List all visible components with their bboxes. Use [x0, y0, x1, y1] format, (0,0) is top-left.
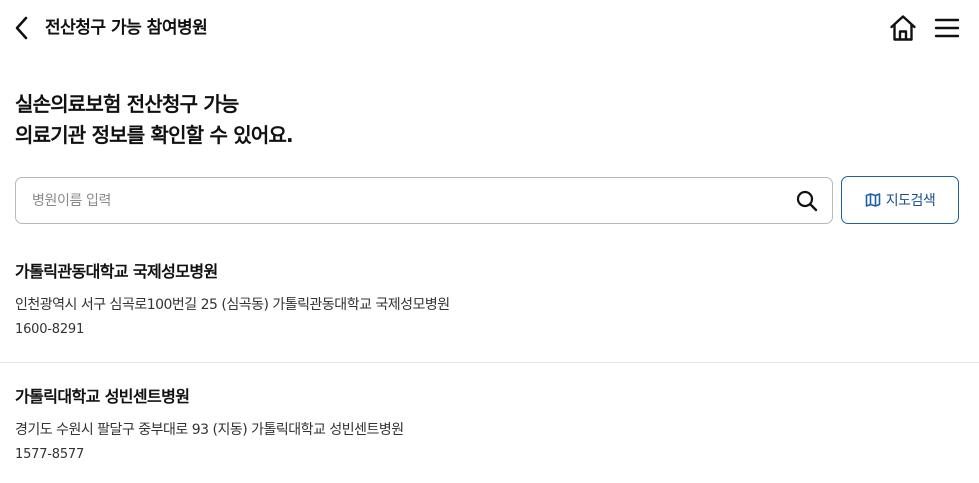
map-search-button[interactable]: 지도검색 — [841, 176, 959, 224]
hospital-name: 가톨릭대학교 성빈센트병원 — [15, 387, 190, 406]
hamburger-menu-icon — [934, 18, 960, 38]
map-icon — [865, 193, 881, 207]
chevron-left-icon — [15, 16, 28, 40]
hospital-address: 인천광역시 서구 심곡로100번길 25 (심곡동) 가톨릭관동대학교 국제성모… — [15, 297, 450, 313]
top-bar: 전산청구 가능 참여병원 — [0, 0, 979, 56]
intro-heading-line2: 의료기관 정보를 확인할 수 있어요. — [15, 123, 294, 147]
hospital-phone[interactable]: 1577-8577 — [15, 447, 84, 462]
page-title: 전산청구 가능 참여병원 — [45, 18, 208, 38]
back-button[interactable] — [12, 14, 34, 42]
hospital-address: 경기도 수원시 팔달구 중부대로 93 (지동) 가톨릭대학교 성빈센트병원 — [15, 422, 404, 438]
map-search-label: 지도검색 — [885, 193, 936, 209]
hospital-search-input[interactable] — [17, 179, 777, 222]
search-button[interactable] — [794, 188, 820, 214]
hospital-list: 가톨릭관동대학교 국제성모병원 인천광역시 서구 심곡로100번길 25 (심곡… — [0, 238, 979, 483]
search-icon — [796, 190, 818, 212]
home-icon — [890, 15, 916, 41]
intro-heading-line1: 실손의료보험 전산청구 가능 — [15, 92, 239, 116]
home-button[interactable] — [888, 13, 918, 43]
menu-button[interactable] — [934, 14, 960, 42]
search-bar — [15, 177, 833, 224]
hospital-phone[interactable]: 1600-8291 — [15, 322, 84, 337]
hospital-name: 가톨릭관동대학교 국제성모병원 — [15, 262, 218, 281]
hospital-list-item[interactable]: 가톨릭관동대학교 국제성모병원 인천광역시 서구 심곡로100번길 25 (심곡… — [0, 238, 979, 362]
page: 전산청구 가능 참여병원 실손의료보험 전산청구 가능 의료기관 정보를 확인할… — [0, 0, 979, 483]
intro-heading: 실손의료보험 전산청구 가능 의료기관 정보를 확인할 수 있어요. — [15, 89, 294, 151]
hospital-list-item[interactable]: 가톨릭대학교 성빈센트병원 경기도 수원시 팔달구 중부대로 93 (지동) 가… — [0, 362, 979, 483]
